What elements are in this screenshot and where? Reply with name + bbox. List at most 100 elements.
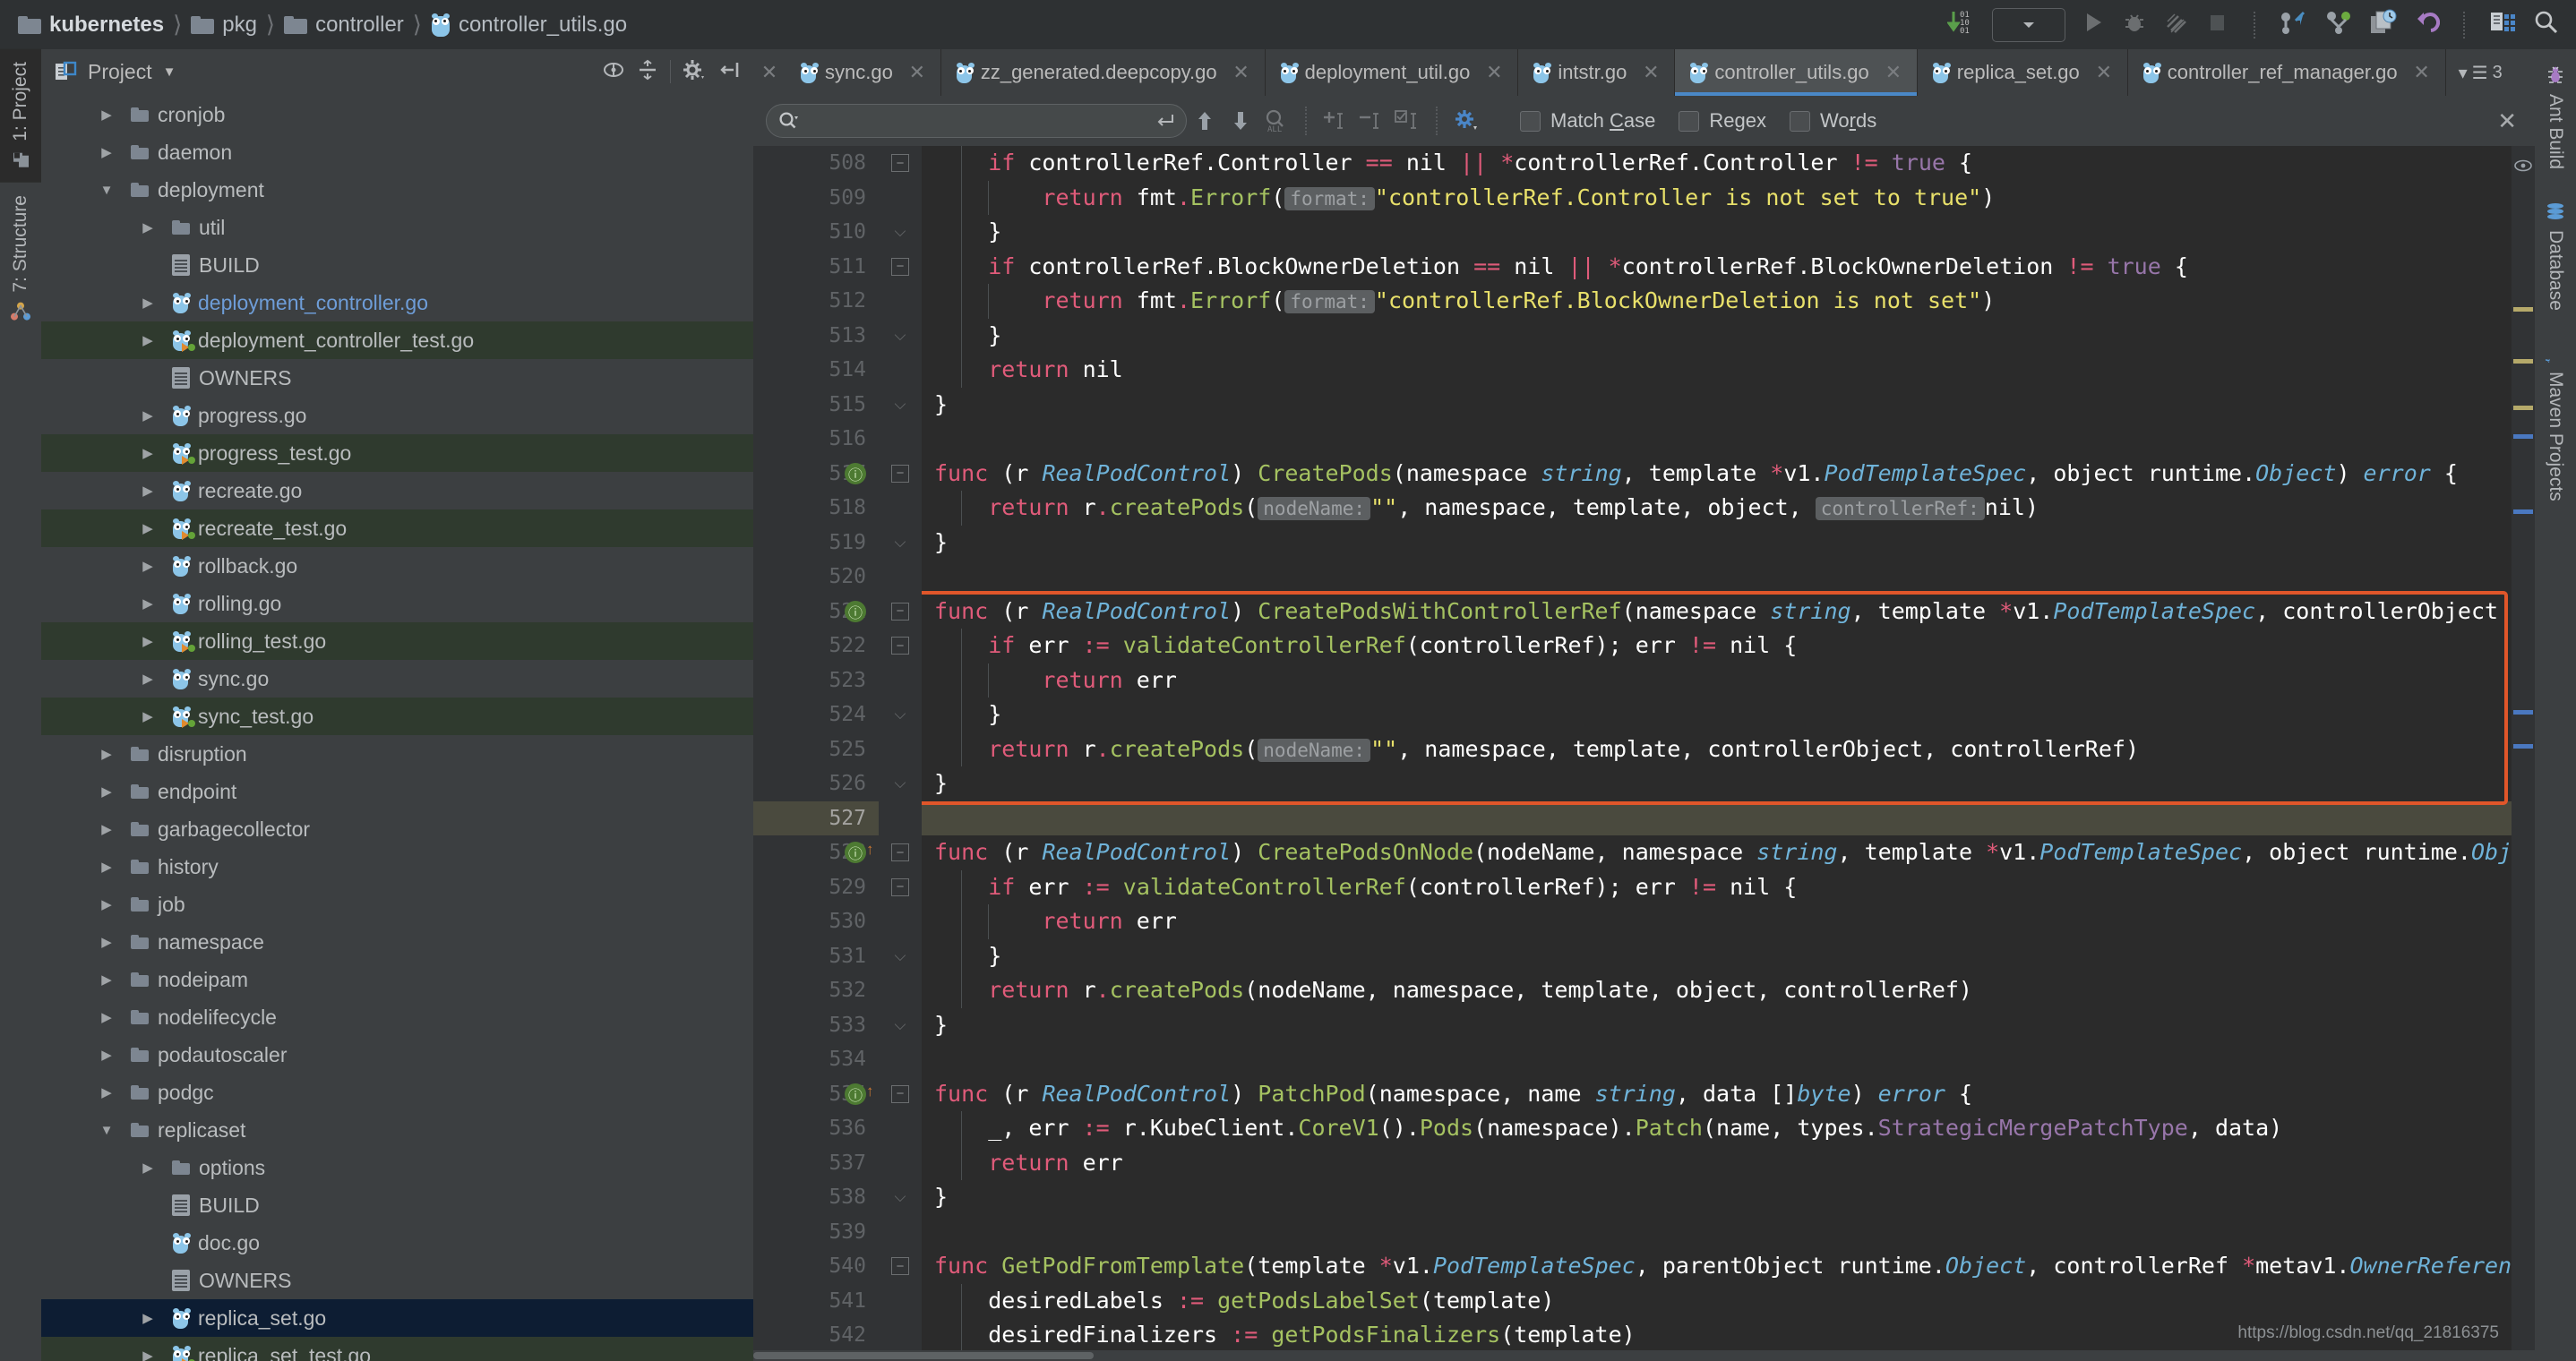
tree-item[interactable]: ▶ sync.go	[41, 660, 753, 698]
project-file-tree[interactable]: ▶cronjob▶daemon▼deployment▶util▶BUILD▶de…	[41, 94, 753, 1361]
editor-tab-bar[interactable]: ✕ sync.go ✕ zz_generated.deepcopy.go ✕ deploy…	[753, 49, 2535, 96]
select-all-icon[interactable]	[1389, 108, 1425, 133]
code-line[interactable]: return err	[922, 663, 2512, 698]
tree-item[interactable]: ▶ deployment_controller.go	[41, 284, 753, 321]
fold-end-icon[interactable]: ⌵	[895, 947, 906, 965]
tree-item[interactable]: ▶ history	[41, 848, 753, 886]
code-line[interactable]: desiredLabels := getPodsLabelSet(templat…	[922, 1284, 2512, 1319]
code-line[interactable]: }	[922, 939, 2512, 974]
code-line[interactable]: func (r RealPodControl) CreatePods(names…	[922, 457, 2512, 492]
sidebar-item-database[interactable]: Database	[2545, 185, 2566, 327]
editor-tab[interactable]: zz_generated.deepcopy.go ✕	[941, 49, 1266, 96]
chevron-right-icon[interactable]: ▶	[95, 783, 118, 800]
chevron-right-icon[interactable]: ▶	[136, 671, 159, 687]
tree-item[interactable]: ▶BUILD	[41, 246, 753, 284]
find-settings-gear-icon[interactable]	[1448, 108, 1484, 133]
sidebar-item-project[interactable]: 1: Project	[0, 49, 41, 183]
code-line[interactable]: func (r RealPodControl) PatchPod(namespa…	[922, 1077, 2512, 1112]
close-tab-icon[interactable]: ✕	[753, 49, 786, 96]
chevron-right-icon[interactable]: ▶	[136, 1310, 159, 1326]
code-line[interactable]: return fmt.Errorf(format: "controllerRef.…	[922, 181, 2512, 216]
chevron-right-icon[interactable]: ▶	[136, 633, 159, 649]
chevron-right-icon[interactable]: ▶	[95, 144, 118, 160]
match-case-checkbox[interactable]: Match Case	[1520, 109, 1655, 133]
fold-end-icon[interactable]: ⌵	[895, 534, 906, 552]
chevron-right-icon[interactable]: ▶	[136, 445, 159, 461]
override-arrow-icon[interactable]: ↑	[866, 1083, 874, 1100]
code-line[interactable]	[922, 1042, 2512, 1077]
code-line[interactable]	[922, 422, 2512, 457]
implementation-marker-icon[interactable]: ⓘ	[845, 1083, 866, 1105]
chevron-right-icon[interactable]: ▶	[136, 407, 159, 424]
fold-collapse-icon[interactable]: −	[891, 257, 909, 276]
chevron-right-icon[interactable]: ▶	[95, 1009, 118, 1025]
close-tab-icon[interactable]: ✕	[1478, 61, 1510, 84]
magnifier-icon[interactable]	[2531, 9, 2560, 40]
code-line[interactable]	[922, 560, 2512, 595]
editor-tab[interactable]: sync.go ✕	[786, 49, 941, 96]
run-configuration-dropdown[interactable]	[1992, 7, 2065, 42]
fold-end-icon[interactable]: ⌵	[895, 1188, 906, 1206]
fold-collapse-icon[interactable]: −	[891, 1257, 909, 1276]
chevron-right-icon[interactable]: ▶	[95, 821, 118, 837]
chevron-right-icon[interactable]: ▶	[136, 595, 159, 612]
scrollbar-marker[interactable]	[2513, 359, 2533, 364]
fold-collapse-icon[interactable]: −	[891, 1084, 909, 1103]
tree-item[interactable]: ▶ replica_set_test.go	[41, 1337, 753, 1361]
tree-item[interactable]: ▶OWNERS	[41, 359, 753, 397]
tree-item[interactable]: ▶ endpoint	[41, 773, 753, 810]
close-tab-icon[interactable]: ✕	[1635, 61, 1667, 84]
add-selection-icon[interactable]	[1318, 108, 1353, 133]
code-line[interactable]: }	[922, 766, 2512, 801]
tree-item[interactable]: ▶ podgc	[41, 1074, 753, 1111]
code-line[interactable]: if err := validateControllerRef(controll…	[922, 629, 2512, 663]
tree-item[interactable]: ▶ nodelifecycle	[41, 998, 753, 1036]
chevron-right-icon[interactable]: ▶	[95, 1084, 118, 1100]
chevron-right-icon[interactable]: ▶	[95, 107, 118, 123]
fold-end-icon[interactable]: ⌵	[895, 327, 906, 345]
editor-tab[interactable]: deployment_util.go ✕	[1266, 49, 1519, 96]
code-line[interactable]: }	[922, 215, 2512, 250]
close-tab-icon[interactable]: ✕	[901, 61, 933, 84]
words-checkbox[interactable]: Words	[1790, 109, 1876, 133]
tree-item[interactable]: ▼ deployment	[41, 171, 753, 209]
fold-end-icon[interactable]: ⌵	[895, 1016, 906, 1034]
debug-icon[interactable]	[2121, 9, 2148, 40]
code-line[interactable]: return fmt.Errorf(format: "controllerRef.…	[922, 284, 2512, 319]
code-line[interactable]: }	[922, 319, 2512, 354]
implementation-marker-icon[interactable]: ⓘ	[845, 600, 866, 622]
code-line[interactable]: func GetPodFromTemplate(template *v1.Pod…	[922, 1249, 2512, 1284]
tree-item[interactable]: ▶ daemon	[41, 133, 753, 171]
tree-item[interactable]: ▶ garbagecollector	[41, 810, 753, 848]
tree-item[interactable]: ▶ replica_set.go	[41, 1299, 753, 1337]
stop-icon[interactable]	[2203, 9, 2230, 40]
code-line[interactable]: return nil	[922, 353, 2512, 388]
code-text[interactable]: https://blog.csdn.net/qq_21816375 if con…	[922, 146, 2512, 1350]
sidebar-item-structure[interactable]: 7: Structure	[0, 183, 41, 334]
code-line[interactable]: func (r RealPodControl) CreatePodsWithCo…	[922, 595, 2512, 629]
chevron-down-icon[interactable]: ▼	[95, 183, 118, 198]
vcs-revert-icon[interactable]	[2411, 9, 2441, 40]
tree-item[interactable]: ▶OWNERS	[41, 1262, 753, 1299]
breadcrumb-item-controller-utils-go[interactable]: controller_utils.go	[425, 13, 632, 38]
editor-tab[interactable]: controller_ref_manager.go ✕	[2128, 49, 2446, 96]
update-project-icon[interactable]: 01 10 01	[1946, 8, 1978, 41]
regex-checkbox[interactable]: Regex	[1679, 109, 1766, 133]
chevron-right-icon[interactable]: ▶	[95, 934, 118, 950]
code-line[interactable]: return err	[922, 1146, 2512, 1181]
close-tab-icon[interactable]: ✕	[1225, 61, 1258, 84]
chevron-down-icon[interactable]: ▼	[95, 1123, 118, 1138]
code-line[interactable]: }	[922, 1180, 2512, 1215]
fold-collapse-icon[interactable]: −	[891, 602, 909, 621]
run-icon[interactable]	[2080, 9, 2107, 40]
breadcrumb-item-controller[interactable]: controller	[279, 13, 409, 38]
fold-end-icon[interactable]: ⌵	[895, 223, 906, 241]
chevron-right-icon[interactable]: ▶	[136, 1348, 159, 1361]
chevron-right-icon[interactable]: ▶	[95, 896, 118, 912]
code-line[interactable]: }	[922, 388, 2512, 423]
search-input[interactable]	[804, 110, 1150, 132]
tree-item[interactable]: ▶ deployment_controller_test.go	[41, 321, 753, 359]
tab-overflow-button[interactable]: ▾ ☰ 3	[2446, 49, 2515, 96]
scrollbar-marker[interactable]	[2513, 509, 2533, 514]
chevron-right-icon[interactable]: ▶	[95, 1047, 118, 1063]
